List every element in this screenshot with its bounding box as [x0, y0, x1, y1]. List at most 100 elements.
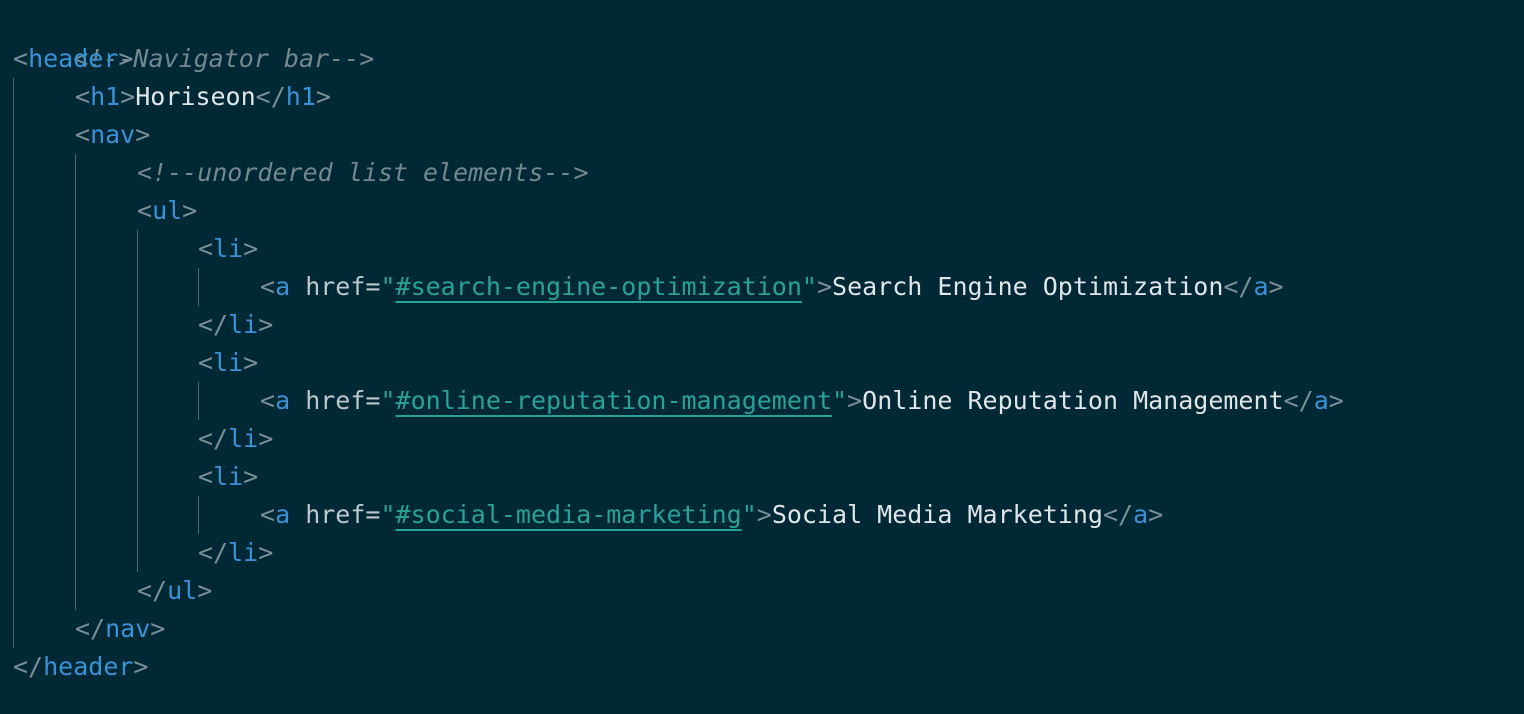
- tag-name: header: [43, 652, 134, 681]
- attribute-name: href=: [305, 272, 381, 301]
- indent-guide-header: [13, 78, 14, 648]
- code-editor[interactable]: <!--Navigator bar--> <header> <h1>Horise…: [0, 0, 1524, 714]
- bracket: >: [847, 386, 863, 415]
- bracket: <: [260, 386, 276, 415]
- indent-guide-li-2: [198, 382, 199, 420]
- tag-name: nav: [105, 614, 151, 643]
- attribute-name: href=: [305, 386, 381, 415]
- bracket: </: [1283, 386, 1314, 415]
- bracket: </: [137, 576, 168, 605]
- tag-name: li: [228, 310, 259, 339]
- code-line[interactable]: </header>: [13, 648, 148, 686]
- bracket: </: [255, 82, 286, 111]
- code-line[interactable]: <ul>: [137, 192, 197, 230]
- bracket: </: [75, 614, 106, 643]
- quote: ": [741, 500, 757, 529]
- bracket: >: [1328, 386, 1344, 415]
- bracket: >: [756, 500, 772, 529]
- tag-name: li: [228, 538, 259, 567]
- tag-name: h1: [285, 82, 316, 111]
- code-line[interactable]: </li>: [198, 534, 273, 572]
- bracket: </: [1223, 272, 1254, 301]
- code-line[interactable]: <header>: [13, 40, 133, 78]
- bracket: <: [75, 82, 91, 111]
- code-line[interactable]: <h1>Horiseon</h1>: [75, 78, 331, 116]
- indent-guide-li-1: [198, 268, 199, 306]
- tag-name: li: [213, 462, 244, 491]
- tag-name: a: [275, 386, 291, 415]
- bracket: </: [13, 652, 44, 681]
- tag-name: ul: [152, 196, 183, 225]
- tag-name: header: [28, 44, 119, 73]
- tag-name: a: [1253, 272, 1269, 301]
- bracket: <: [260, 500, 276, 529]
- bracket: >: [135, 120, 151, 149]
- text-content: Search Engine Optimization: [832, 272, 1224, 301]
- attribute-name: href=: [305, 500, 381, 529]
- bracket: <: [198, 234, 214, 263]
- bracket: >: [1148, 500, 1164, 529]
- href-link[interactable]: #social-media-marketing: [396, 500, 742, 529]
- tag-name: li: [228, 424, 259, 453]
- bracket: >: [182, 196, 198, 225]
- href-link[interactable]: #search-engine-optimization: [396, 272, 802, 301]
- code-line[interactable]: <nav>: [75, 116, 150, 154]
- bracket: <: [198, 348, 214, 377]
- code-line[interactable]: </nav>: [75, 610, 165, 648]
- code-line[interactable]: <!--unordered list elements-->: [137, 154, 589, 192]
- bracket: >: [816, 272, 833, 301]
- comment: <!--unordered list elements-->: [137, 158, 589, 187]
- tag-name: li: [213, 348, 244, 377]
- tag-name: h1: [90, 82, 121, 111]
- tag-name: a: [1133, 500, 1149, 529]
- bracket: >: [258, 538, 274, 567]
- bracket: >: [258, 424, 274, 453]
- quote: ": [832, 386, 848, 415]
- quote: ": [801, 272, 817, 301]
- bracket: >: [315, 82, 331, 111]
- bracket: <: [198, 462, 214, 491]
- bracket: >: [243, 234, 259, 263]
- tag-name: a: [275, 500, 291, 529]
- code-line[interactable]: <!--Navigator bar-->: [13, 2, 374, 73]
- bracket: <: [13, 44, 29, 73]
- code-line[interactable]: <a href="#social-media-marketing">Social…: [260, 496, 1163, 534]
- tag-name: a: [275, 272, 291, 301]
- text-content: Horiseon: [135, 82, 256, 111]
- quote: ": [380, 500, 396, 529]
- code-line[interactable]: <a href="#online-reputation-management">…: [260, 382, 1344, 420]
- bracket: >: [1268, 272, 1284, 301]
- tag-name: ul: [167, 576, 198, 605]
- code-line[interactable]: <li>: [198, 344, 258, 382]
- bracket: <: [260, 272, 276, 301]
- bracket: </: [198, 310, 229, 339]
- code-line[interactable]: </li>: [198, 306, 273, 344]
- code-line[interactable]: </ul>: [137, 572, 212, 610]
- bracket: >: [243, 462, 259, 491]
- code-line[interactable]: <li>: [198, 230, 258, 268]
- bracket: >: [120, 82, 136, 111]
- indent-guide-nav: [75, 154, 76, 610]
- bracket: >: [258, 310, 274, 339]
- href-link[interactable]: #online-reputation-management: [396, 386, 833, 415]
- bracket: <: [137, 196, 153, 225]
- code-line[interactable]: </li>: [198, 420, 273, 458]
- quote: ": [380, 386, 396, 415]
- bracket: </: [1102, 500, 1134, 529]
- code-line[interactable]: <li>: [198, 458, 258, 496]
- tag-name: a: [1313, 386, 1329, 415]
- code-line[interactable]: <a href="#search-engine-optimization">Se…: [260, 268, 1284, 306]
- bracket: <: [75, 120, 91, 149]
- tag-name: nav: [90, 120, 136, 149]
- bracket: >: [118, 44, 134, 73]
- text-content: Social Media Marketing: [771, 500, 1103, 529]
- tag-name: li: [213, 234, 244, 263]
- bracket: >: [150, 614, 166, 643]
- bracket: >: [243, 348, 259, 377]
- bracket: </: [198, 538, 229, 567]
- bracket: >: [133, 652, 149, 681]
- indent-guide-ul: [137, 230, 138, 572]
- bracket: >: [197, 576, 213, 605]
- bracket: </: [198, 424, 229, 453]
- quote: ": [380, 272, 396, 301]
